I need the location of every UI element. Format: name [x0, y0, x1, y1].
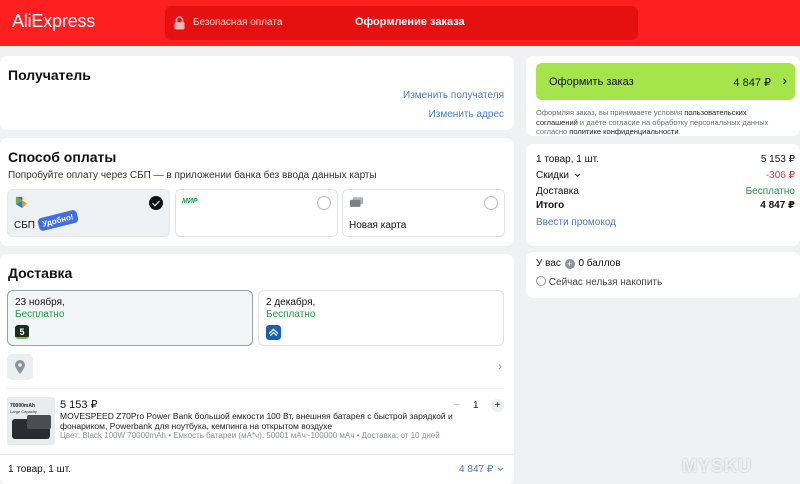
- location-pin-icon: [15, 360, 25, 374]
- sbp-radio[interactable]: [149, 196, 163, 210]
- summary-items-row: 1 товар, 1 шт. 5 153 ₽: [536, 154, 795, 165]
- payment-option-mir[interactable]: МИР: [175, 189, 338, 237]
- summary-value: 4 847 ₽: [760, 200, 795, 211]
- user-agreement-link[interactable]: пользовательских: [684, 108, 746, 117]
- points-label: У вас: [536, 258, 561, 269]
- change-address-link[interactable]: Изменить адрес: [429, 109, 504, 120]
- place-order-button[interactable]: Оформить заказ 4 847 ₽ ›: [536, 63, 795, 100]
- delivery-option-dec2[interactable]: 2 декабря, Бесплатно: [258, 290, 504, 346]
- delivery-price: Бесплатно: [15, 309, 65, 320]
- payment-title: Способ оплаты: [8, 149, 117, 165]
- payment-option-sbp[interactable]: СБП Удобно!: [7, 189, 170, 237]
- new-card-label: Новая карта: [349, 220, 407, 231]
- aliexpress-logo[interactable]: AliExpress: [12, 11, 95, 32]
- watermark: MYSKU: [682, 456, 753, 476]
- five-post-icon: 5: [15, 325, 29, 339]
- quantity-minus-button[interactable]: −: [451, 400, 463, 412]
- summary-value: 5 153 ₽: [760, 154, 795, 165]
- quantity-plus-button[interactable]: +: [491, 399, 504, 412]
- points-value: 0 баллов: [578, 258, 621, 269]
- secure-payment-bar: Безопасная оплата Оформление заказа: [165, 6, 638, 40]
- location-pin-box: [7, 354, 33, 380]
- item-specs: Цвет: Black 100W 70000mAh • Емкость бата…: [60, 431, 440, 440]
- product-thumbnail[interactable]: 70000mAh Large Capacity: [7, 397, 55, 445]
- item-title-line2[interactable]: фонариком, Powerbank для ноутбука, кемпи…: [60, 421, 332, 431]
- summary-label: 1 товар, 1 шт.: [536, 154, 599, 165]
- points-note: Сейчас нельзя накопить: [548, 277, 663, 288]
- divider: [7, 388, 504, 389]
- agreement-text: Оформляя заказ, вы принимаете условия по…: [536, 108, 769, 136]
- russian-post-icon: [266, 325, 281, 340]
- sbp-logo-icon: [15, 196, 28, 209]
- payment-option-new-card[interactable]: Новая карта: [342, 189, 505, 237]
- user-agreement-link[interactable]: соглашений: [536, 118, 578, 127]
- summary-value: Бесплатно: [745, 186, 795, 197]
- page-title: Оформление заказа: [355, 16, 465, 28]
- place-order-label: Оформить заказ: [549, 76, 634, 88]
- chevron-down-icon: [497, 467, 504, 472]
- delivery-option-nov23[interactable]: 23 ноября, Бесплатно 5: [7, 290, 253, 346]
- new-card-radio[interactable]: [484, 196, 498, 210]
- powerbank-shape: [27, 415, 51, 429]
- mir-radio[interactable]: [317, 196, 331, 210]
- recipient-title: Получатель: [8, 67, 91, 83]
- payment-hint: Попробуйте оплату через СБП — в приложен…: [8, 170, 377, 181]
- footer-total: 4 847 ₽: [459, 464, 494, 475]
- chevron-down-icon: [574, 173, 581, 178]
- mir-logo: МИР: [182, 198, 198, 205]
- summary-label: Итого: [536, 200, 565, 211]
- chevron-right-icon: ›: [498, 359, 502, 373]
- summary-delivery-row: Доставка Бесплатно: [536, 186, 795, 197]
- pickup-point-row[interactable]: ›: [7, 354, 504, 380]
- summary-label: Доставка: [536, 186, 579, 197]
- summary-total-row: Итого 4 847 ₽: [536, 200, 795, 211]
- points-note-row: Сейчас нельзя накопить: [536, 276, 662, 288]
- delivery-date: 2 декабря,: [266, 297, 316, 308]
- card-icon: [350, 197, 364, 207]
- sbp-label: СБП: [14, 220, 35, 231]
- cart-item: 70000mAh Large Capacity 5 153 ₽ MOVESPEE…: [7, 396, 504, 446]
- delivery-price: Бесплатно: [266, 309, 316, 320]
- summary-discount-row[interactable]: Скидки -306 ₽: [536, 170, 795, 181]
- plus-circle-icon: +: [564, 259, 575, 269]
- item-price: 5 153 ₽: [60, 399, 98, 411]
- summary-value: -306 ₽: [765, 170, 795, 181]
- convenient-badge: Удобно!: [37, 209, 79, 232]
- footer-item-count: 1 товар, 1 шт.: [8, 464, 71, 475]
- lock-icon: [174, 16, 185, 30]
- delivery-date: 23 ноября,: [15, 297, 65, 308]
- privacy-policy-link[interactable]: политике конфиденциальности: [569, 127, 678, 136]
- summary-label: Скидки: [536, 170, 569, 181]
- top-header: AliExpress Безопасная оплата Оформление …: [0, 0, 800, 46]
- recipient-card: Получатель Изменить получателя Изменить …: [0, 56, 514, 130]
- item-title-line1[interactable]: MOVESPEED Z70Pro Power Bank большой емко…: [60, 411, 453, 421]
- block-icon: [536, 276, 546, 286]
- quantity-value[interactable]: 1: [473, 400, 479, 411]
- footer-total-toggle[interactable]: 4 847 ₽: [459, 464, 504, 475]
- secure-payment-text: Безопасная оплата: [193, 17, 283, 28]
- divider: [0, 454, 514, 455]
- thumb-caption: Large Capacity: [10, 409, 37, 414]
- delivery-title: Доставка: [8, 265, 73, 281]
- change-recipient-link[interactable]: Изменить получателя: [403, 90, 504, 101]
- chevron-right-icon: ›: [782, 72, 787, 88]
- place-order-total: 4 847 ₽: [733, 77, 771, 89]
- points-row: У вас + 0 баллов: [536, 258, 621, 269]
- promo-code-link[interactable]: Ввести промокод: [536, 217, 616, 228]
